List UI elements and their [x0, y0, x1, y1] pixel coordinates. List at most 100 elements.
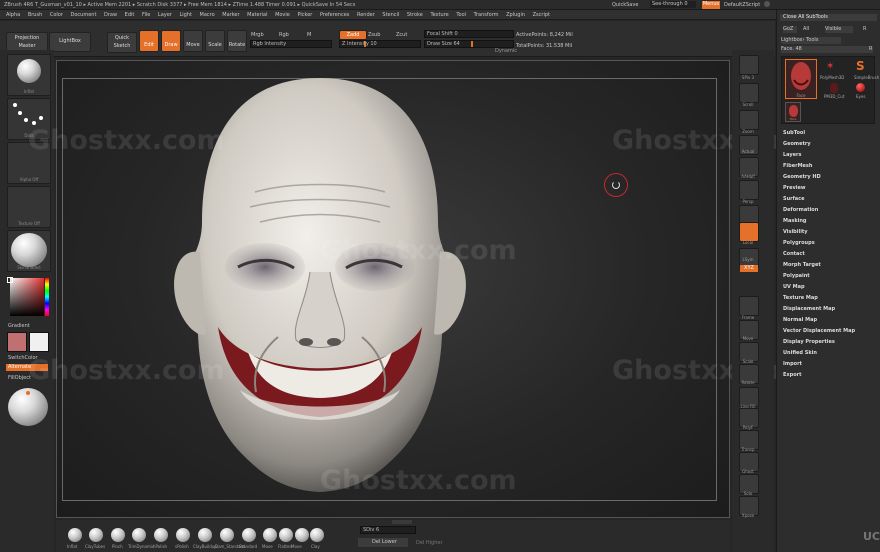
- geometry-menu[interactable]: Geometry: [783, 141, 811, 147]
- brush-claybuildup-icon[interactable]: [198, 528, 212, 542]
- unified-skin-menu[interactable]: Unified Skin: [783, 350, 817, 356]
- contact-menu[interactable]: Contact: [783, 251, 805, 257]
- dynamic-button[interactable]: Dynamic: [495, 48, 517, 54]
- morph-target-menu[interactable]: Morph Target: [783, 262, 821, 268]
- quicksave-button[interactable]: QuickSave: [612, 2, 638, 8]
- menu-color[interactable]: Color: [50, 12, 63, 18]
- menu-file[interactable]: File: [142, 12, 150, 18]
- texture-map-menu[interactable]: Texture Map: [783, 295, 818, 301]
- menu-render[interactable]: Render: [357, 12, 375, 18]
- menu-stencil[interactable]: Stencil: [382, 12, 399, 18]
- brush-claytubes-icon[interactable]: [89, 528, 103, 542]
- color-picker[interactable]: [6, 276, 50, 320]
- vector-displacement-map-menu[interactable]: Vector Displacement Map: [783, 328, 855, 334]
- polymesh-star-icon[interactable]: ✶: [826, 61, 834, 72]
- lightbox-button[interactable]: LightBox: [49, 32, 91, 52]
- menu-texture[interactable]: Texture: [430, 12, 448, 18]
- draw-button[interactable]: Draw: [161, 30, 181, 52]
- zcut-button[interactable]: Zcut: [396, 32, 407, 38]
- main-color-swatch[interactable]: [7, 332, 27, 352]
- brush-clay-icon[interactable]: [310, 528, 324, 542]
- del-higher-button[interactable]: Del Higher: [416, 540, 443, 546]
- default-zscript-button[interactable]: DefaultZScript: [724, 2, 760, 8]
- uv-map-menu[interactable]: UV Map: [783, 284, 805, 290]
- edit-button[interactable]: Edit: [139, 30, 159, 52]
- menu-transform[interactable]: Transform: [474, 12, 499, 18]
- masking-menu[interactable]: Masking: [783, 218, 807, 224]
- menu-edit[interactable]: Edit: [125, 12, 135, 18]
- display-properties-menu[interactable]: Display Properties: [783, 339, 835, 345]
- light-position-dot[interactable]: [26, 391, 30, 395]
- export-menu[interactable]: Export: [783, 372, 802, 378]
- menu-picker[interactable]: Picker: [297, 12, 312, 18]
- menu-tool[interactable]: Tool: [456, 12, 466, 18]
- collapse-arrow-icon[interactable]: [392, 520, 412, 524]
- displacement-map-menu[interactable]: Displacement Map: [783, 306, 835, 312]
- eyes-tool-icon[interactable]: [856, 83, 865, 92]
- polygroups-menu[interactable]: Polygroups: [783, 240, 815, 246]
- menu-marker[interactable]: Marker: [222, 12, 239, 18]
- zsub-button[interactable]: Zsub: [368, 32, 380, 38]
- brush-selector[interactable]: Inflat: [7, 54, 51, 96]
- menu-layer[interactable]: Layer: [158, 12, 172, 18]
- secondary-color-swatch[interactable]: [29, 332, 49, 352]
- goz-button[interactable]: GoZ: [783, 26, 797, 33]
- rotate-button[interactable]: Rotate: [227, 30, 247, 52]
- focal-shift-slider[interactable]: Focal Shift 0: [424, 30, 514, 38]
- polypaint-menu[interactable]: Polypaint: [783, 273, 810, 279]
- m-button[interactable]: M: [307, 32, 311, 38]
- import-menu[interactable]: Import: [783, 361, 802, 367]
- surface-menu[interactable]: Surface: [783, 196, 805, 202]
- minimize-icon[interactable]: [764, 1, 770, 7]
- menu-macro[interactable]: Macro: [200, 12, 215, 18]
- layers-menu[interactable]: Layers: [783, 152, 802, 158]
- brush-pinch-icon[interactable]: [111, 528, 125, 542]
- draw-size-slider[interactable]: Draw Size 64: [424, 40, 514, 48]
- texture-selector[interactable]: Texture Off: [7, 186, 51, 228]
- simplebrush-icon[interactable]: S: [856, 59, 865, 73]
- z-intensity-slider[interactable]: Z Intensity 10: [339, 40, 421, 48]
- brush-move-icon[interactable]: [263, 528, 277, 542]
- geometry-hd-menu[interactable]: Geometry HD: [783, 174, 821, 180]
- menu-document[interactable]: Document: [71, 12, 97, 18]
- brush-spolish-icon[interactable]: [176, 528, 190, 542]
- visibility-menu[interactable]: Visibility: [783, 229, 808, 235]
- see-through-slider[interactable]: See-through 0: [650, 1, 696, 8]
- current-tool-slider[interactable]: Face. 48: [781, 46, 873, 53]
- local-button[interactable]: [739, 222, 759, 242]
- normal-map-menu[interactable]: Normal Map: [783, 317, 817, 323]
- brush-standard-icon[interactable]: [242, 528, 256, 542]
- gradient-button[interactable]: Gradient: [8, 323, 30, 329]
- menu-movie[interactable]: Movie: [275, 12, 290, 18]
- menu-zscript[interactable]: Zscript: [533, 12, 550, 18]
- brush-trimdynamic-icon[interactable]: [132, 528, 146, 542]
- preview-menu[interactable]: Preview: [783, 185, 806, 191]
- move-button[interactable]: Move: [183, 30, 203, 52]
- face-tool-thumb[interactable]: Face: [785, 59, 817, 99]
- brush-flatten-icon[interactable]: [279, 528, 293, 542]
- rgb-button[interactable]: Rgb: [279, 32, 289, 38]
- subtool-menu[interactable]: SubTool: [783, 130, 805, 136]
- brush-move2-icon[interactable]: [295, 528, 309, 542]
- visible-button[interactable]: Visible: [825, 26, 853, 33]
- frame-button[interactable]: [739, 296, 759, 316]
- all-button[interactable]: All: [803, 26, 809, 32]
- menu-zplugin[interactable]: Zplugin: [506, 12, 525, 18]
- zadd-button[interactable]: Zadd: [339, 30, 367, 40]
- material-selector[interactable]: SkinShade4: [7, 230, 51, 272]
- brush-dam-standard-icon[interactable]: [220, 528, 234, 542]
- rgb-intensity-slider[interactable]: Rgb Intensity: [250, 40, 332, 48]
- sdiv-slider[interactable]: SDiv 6: [360, 526, 416, 534]
- pm3d-cut-icon[interactable]: [830, 83, 838, 93]
- menu-preferences[interactable]: Preferences: [320, 12, 349, 18]
- close-all-subtools-button[interactable]: Close All SubTools: [780, 14, 877, 21]
- spix-button[interactable]: [739, 55, 759, 75]
- r2-button[interactable]: R: [869, 46, 872, 52]
- brush-hpolish-icon[interactable]: [154, 528, 168, 542]
- color-square[interactable]: [10, 278, 44, 316]
- menu-brush[interactable]: Brush: [28, 12, 42, 18]
- menu-stroke[interactable]: Stroke: [407, 12, 423, 18]
- hue-strip[interactable]: [45, 278, 49, 316]
- zoom-button[interactable]: [739, 110, 759, 130]
- r-button[interactable]: R: [863, 26, 866, 32]
